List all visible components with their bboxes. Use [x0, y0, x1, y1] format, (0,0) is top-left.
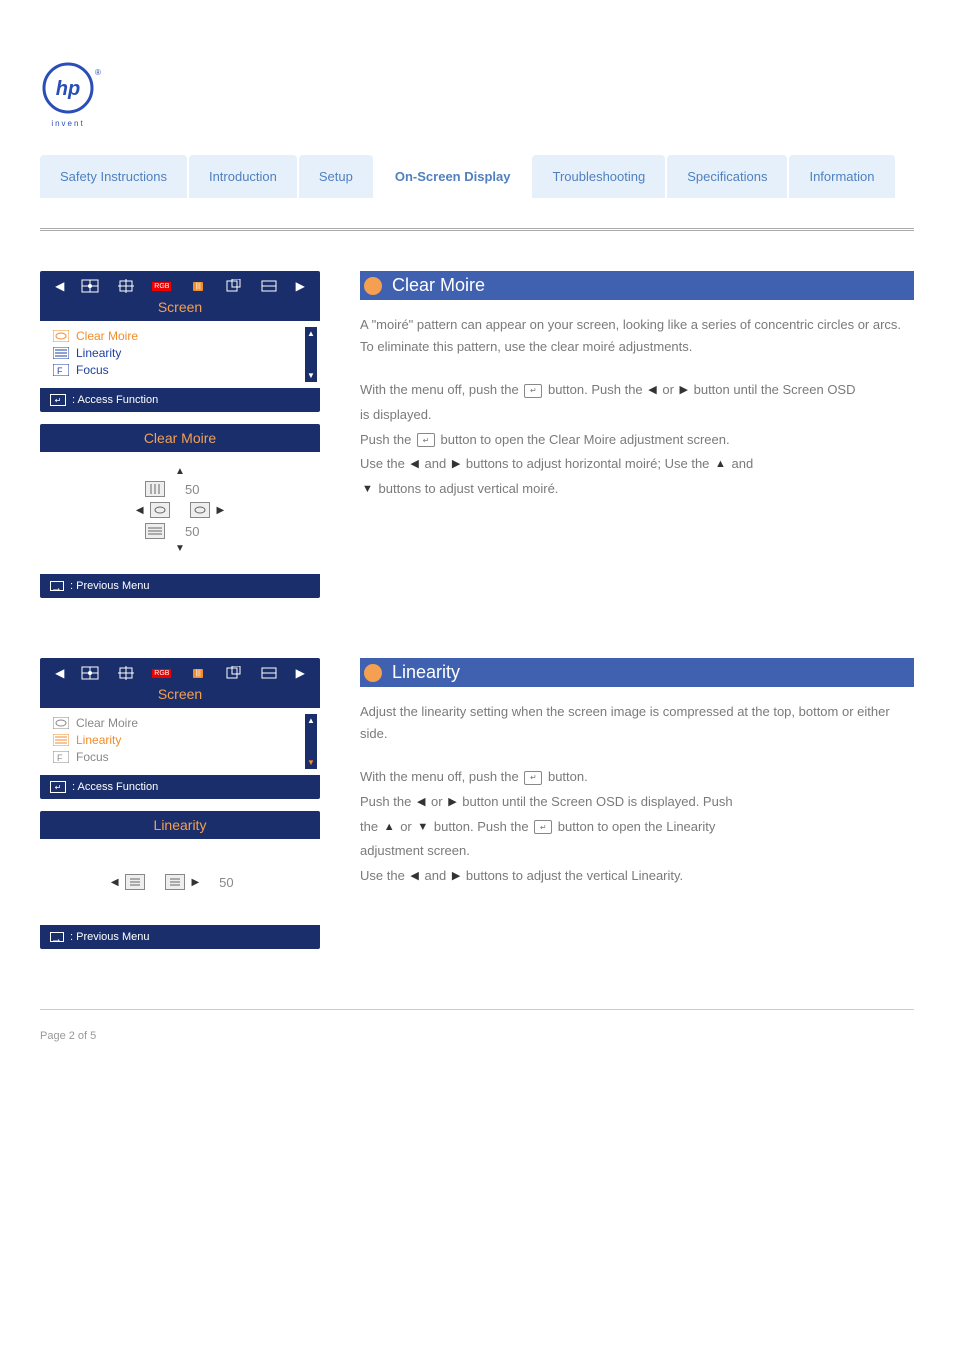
bullet-icon: [364, 664, 382, 682]
osd-item-focus: FFocus: [52, 750, 308, 764]
value-h: 50: [185, 482, 215, 497]
up-arrow-icon: ▲: [384, 817, 395, 838]
back-icon: →: [50, 581, 64, 591]
osd-item-focus: FFocus: [52, 363, 308, 377]
geometry-icon: [115, 664, 137, 682]
arrow-left-icon: ◀: [55, 279, 64, 293]
down-arrow-icon: ▼: [362, 479, 373, 500]
page-number: Page 2 of 5: [40, 1030, 914, 1042]
down-icon: ▼: [175, 543, 185, 554]
right-arrow-icon: ▶: [448, 792, 456, 813]
osd-sub-title: Clear Moire: [40, 424, 320, 452]
value-linearity: 50: [219, 875, 249, 890]
screen-icon: |||: [187, 664, 209, 682]
right-arrow-icon: ▶: [680, 380, 688, 401]
advanced-icon: [223, 277, 245, 295]
osd-main-linearity: ◀ RGB ||| ▶ Screen Clear Moire Linearity…: [40, 658, 320, 799]
geometry-icon: [115, 277, 137, 295]
osd-footer: ↵: Access Function: [40, 775, 320, 799]
svg-text:F: F: [57, 366, 63, 376]
bullet-icon: [364, 277, 382, 295]
down-arrow-icon: ▼: [417, 817, 428, 838]
osd-scrollbar: ▲▼: [305, 327, 317, 382]
tab-specs[interactable]: Specifications: [667, 155, 787, 198]
osd-item-linearity: Linearity: [52, 733, 308, 747]
section-header-linearity: Linearity: [360, 658, 914, 687]
osd-title: Screen: [40, 297, 320, 321]
right-arrow-icon: ▶: [452, 866, 460, 887]
back-icon: →: [50, 932, 64, 942]
tab-intro[interactable]: Introduction: [189, 155, 297, 198]
position-icon: [79, 277, 101, 295]
tab-troubleshoot[interactable]: Troubleshooting: [532, 155, 665, 198]
right-icon: ▶: [216, 505, 224, 516]
osd-item-clear-moire: Clear Moire: [52, 329, 308, 343]
osd-footer: ↵: Access Function: [40, 388, 320, 412]
h-moire-right-icon: [190, 502, 210, 518]
enter-button-icon: ↵: [417, 433, 435, 447]
language-icon: [259, 664, 281, 682]
osd-sub-footer: →: Previous Menu: [40, 925, 320, 949]
right-icon: ▶: [191, 877, 199, 888]
svg-text:hp: hp: [56, 78, 80, 100]
rgb-icon: RGB: [151, 664, 173, 682]
arrow-left-icon: ◀: [55, 666, 64, 680]
osd-item-clear-moire: Clear Moire: [52, 716, 308, 730]
right-arrow-icon: ▶: [452, 454, 460, 475]
left-arrow-icon: ◀: [648, 380, 656, 401]
enter-button-icon: ↵: [524, 384, 542, 398]
divider: [40, 228, 914, 231]
up-arrow-icon: ▲: [715, 454, 726, 475]
svg-text:®: ®: [95, 68, 101, 77]
enter-icon: ↵: [50, 781, 66, 793]
h-moire-left-icon: [150, 502, 170, 518]
left-icon: ◀: [136, 505, 144, 516]
svg-text:invent: invent: [51, 119, 84, 128]
osd-scrollbar: ▲▼: [305, 714, 317, 769]
up-icon: ▲: [175, 466, 185, 477]
tab-safety[interactable]: Safety Instructions: [40, 155, 187, 198]
footer-divider: [40, 1009, 914, 1010]
left-arrow-icon: ◀: [410, 866, 418, 887]
linearity-left-icon: [125, 874, 145, 890]
osd-sub-title: Linearity: [40, 811, 320, 839]
arrow-right-icon: ▶: [296, 279, 305, 293]
osd-sub-clear-moire: Clear Moire ▲ 50 ◀ ▶ 50: [40, 424, 320, 598]
osd-sub-footer: →: Previous Menu: [40, 574, 320, 598]
tab-bar: Safety Instructions Introduction Setup O…: [40, 155, 914, 198]
value-v: 50: [185, 524, 215, 539]
enter-button-icon: ↵: [534, 820, 552, 834]
osd-title: Screen: [40, 684, 320, 708]
osd-sub-linearity: Linearity ◀ ▶ 50 →: Previous Menu: [40, 811, 320, 949]
rgb-icon: RGB: [151, 277, 173, 295]
section-header-clear-moire: Clear Moire: [360, 271, 914, 300]
arrow-right-icon: ▶: [296, 666, 305, 680]
advanced-icon: [223, 664, 245, 682]
left-arrow-icon: ◀: [417, 792, 425, 813]
logo: hp ® invent: [40, 60, 914, 135]
tab-osd[interactable]: On-Screen Display: [375, 155, 531, 198]
description: Adjust the linearity setting when the sc…: [360, 701, 914, 745]
description: A "moiré" pattern can appear on your scr…: [360, 314, 914, 358]
osd-main-clear-moire: ◀ RGB ||| ▶ Screen Clear Moire Linearity…: [40, 271, 320, 412]
left-icon: ◀: [111, 877, 119, 888]
linearity-right-icon: [165, 874, 185, 890]
svg-text:F: F: [57, 753, 63, 763]
language-icon: [259, 277, 281, 295]
osd-item-linearity: Linearity: [52, 346, 308, 360]
left-arrow-icon: ◀: [410, 454, 418, 475]
vertical-moire-icon: [145, 481, 165, 497]
tab-setup[interactable]: Setup: [299, 155, 373, 198]
screen-icon: |||: [187, 277, 209, 295]
enter-button-icon: ↵: [524, 771, 542, 785]
steps: With the menu off, push the ↵ button. Pu…: [360, 765, 914, 888]
tab-info[interactable]: Information: [789, 155, 894, 198]
enter-icon: ↵: [50, 394, 66, 406]
vertical-moire-down-icon: [145, 523, 165, 539]
position-icon: [79, 664, 101, 682]
steps: With the menu off, push the ↵ button. Pu…: [360, 378, 914, 501]
